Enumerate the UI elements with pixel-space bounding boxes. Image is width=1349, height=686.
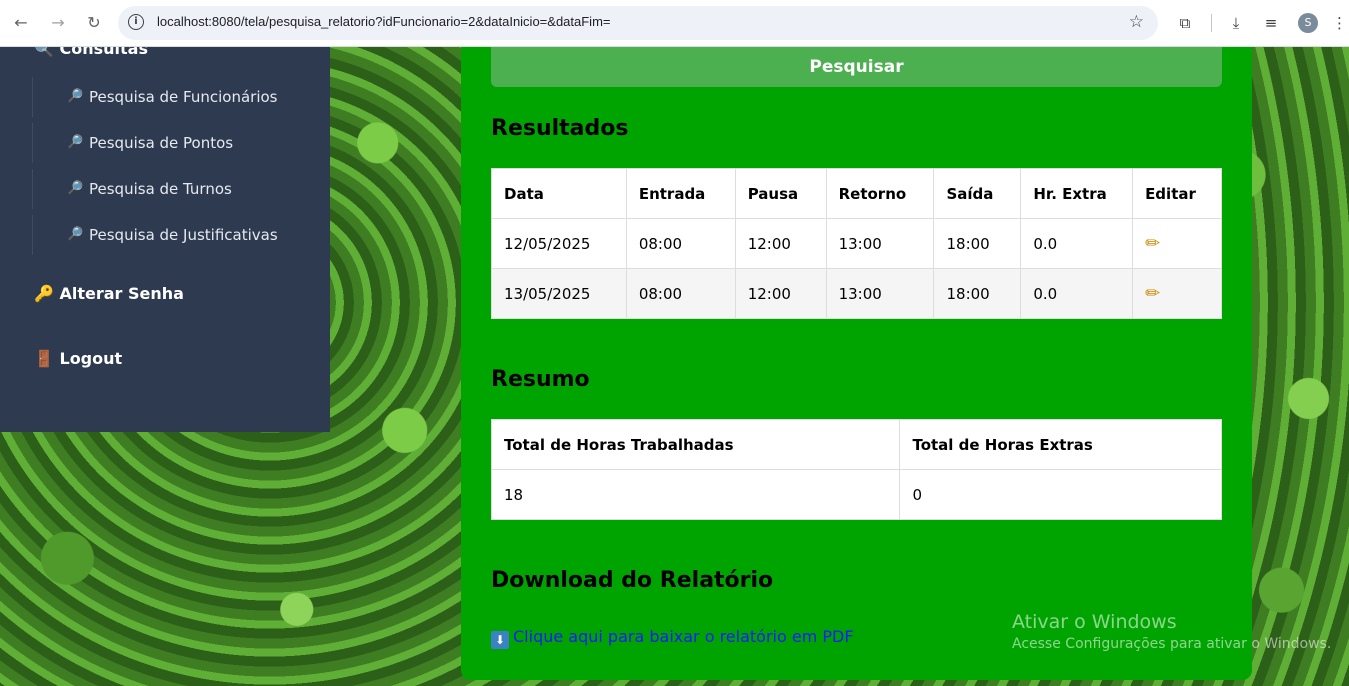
summary-header-row: Total de Horas Trabalhadas Total de Hora… [490,419,1222,470]
sidebar-item-alterar-senha[interactable]: 🔑 Alterar Senha [34,284,184,303]
cell-entrada: 08:00 [625,268,736,319]
sidebar-item-pesquisa-pontos[interactable]: 🔎 Pesquisa de Pontos [32,123,322,163]
address-url[interactable]: localhost:8080/tela/pesquisa_relatorio?i… [157,14,611,29]
table-row: 12/05/2025 08:00 12:00 13:00 18:00 0.0 ✏ [491,218,1222,269]
download-link-text: Clique aqui para baixar o relatório em P… [513,627,854,646]
cell-total-horas-extras: 0 [899,469,1222,520]
sidebar-item-label: Pesquisa de Justificativas [89,226,278,244]
download-arrow-icon: ⬇ [491,631,509,649]
sidebar: 🔍 Consultas 🔎 Pesquisa de Funcionários 🔎… [0,39,330,432]
col-header-data: Data [491,168,627,219]
profile-avatar[interactable]: S [1298,13,1318,33]
col-header-total-horas-extras: Total de Horas Extras [899,419,1222,470]
magnifier-icon: 🔎 [67,89,84,104]
summary-row: 18 0 [490,469,1222,520]
col-header-retorno: Retorno [825,168,935,219]
sidebar-item-pesquisa-funcionarios[interactable]: 🔎 Pesquisa de Funcionários [32,77,322,117]
sidebar-item-logout[interactable]: 🚪 Logout [34,349,122,368]
extensions-icon[interactable]: ⧉ [1174,12,1196,34]
download-title: Download do Relatório [491,568,774,593]
sidebar-item-label: Pesquisa de Funcionários [89,88,278,106]
windows-activation-watermark: Ativar o Windows Acesse Configurações pa… [1012,611,1331,652]
edit-pencil-icon[interactable]: ✏ [1145,283,1160,304]
search-button[interactable]: Pesquisar [491,47,1222,87]
cell-saida: 18:00 [933,218,1022,269]
media-control-icon[interactable]: ≡ [1260,12,1282,34]
magnifier-icon: 🔎 [67,227,84,242]
download-pdf-link[interactable]: ⬇ Clique aqui para baixar o relatório em … [491,627,854,649]
cell-data: 13/05/2025 [491,268,627,319]
browser-toolbar: ← → ↻ i localhost:8080/tela/pesquisa_rel… [0,0,1349,47]
results-table: Data Entrada Pausa Retorno Saída Hr. Ext… [491,168,1222,319]
cell-data: 12/05/2025 [491,218,627,269]
sidebar-item-label: Pesquisa de Turnos [89,180,232,198]
toolbar-divider [1211,14,1212,32]
watermark-line1: Ativar o Windows [1012,611,1177,633]
col-header-saida: Saída [933,168,1022,219]
summary-table: Total de Horas Trabalhadas Total de Hora… [490,419,1222,520]
col-header-editar: Editar [1132,168,1222,219]
table-row: 13/05/2025 08:00 12:00 13:00 18:00 0.0 ✏ [491,268,1222,319]
col-header-entrada: Entrada [625,168,736,219]
forward-icon[interactable]: → [47,12,69,34]
cell-editar: ✏ [1132,268,1222,319]
cell-entrada: 08:00 [625,218,736,269]
watermark-line2: Acesse Configurações para ativar o Windo… [1012,636,1332,652]
site-info-icon[interactable]: i [128,14,144,30]
cell-hr-extra: 0.0 [1020,268,1134,319]
sidebar-item-pesquisa-justificativas[interactable]: 🔎 Pesquisa de Justificativas [32,215,322,255]
cell-pausa: 12:00 [734,218,827,269]
edit-pencil-icon[interactable]: ✏ [1145,233,1160,254]
reload-icon[interactable]: ↻ [83,12,105,34]
bookmark-star-icon[interactable]: ☆ [1129,12,1144,32]
summary-title: Resumo [491,367,590,392]
cell-saida: 18:00 [933,268,1022,319]
address-bar[interactable]: i localhost:8080/tela/pesquisa_relatorio… [118,6,1158,40]
col-header-total-horas-trabalhadas: Total de Horas Trabalhadas [490,419,901,470]
cell-retorno: 13:00 [825,268,935,319]
magnifier-icon: 🔎 [67,181,84,196]
col-header-pausa: Pausa [734,168,827,219]
sidebar-item-pesquisa-turnos[interactable]: 🔎 Pesquisa de Turnos [32,169,322,209]
sidebar-item-label: Pesquisa de Pontos [89,134,234,152]
magnifier-icon: 🔎 [67,135,84,150]
cell-retorno: 13:00 [825,218,935,269]
report-panel: Pesquisar Resultados Data Entrada Pausa … [461,47,1252,680]
back-icon[interactable]: ← [10,12,32,34]
col-header-hr-extra: Hr. Extra [1020,168,1134,219]
menu-icon[interactable]: ⋮ [1332,12,1347,34]
cell-pausa: 12:00 [734,268,827,319]
results-title: Resultados [491,116,629,141]
cell-editar: ✏ [1132,218,1222,269]
cell-total-horas-trabalhadas: 18 [490,469,901,520]
results-header-row: Data Entrada Pausa Retorno Saída Hr. Ext… [491,168,1222,219]
download-icon[interactable]: ⤓ [1225,12,1247,34]
cell-hr-extra: 0.0 [1020,218,1134,269]
